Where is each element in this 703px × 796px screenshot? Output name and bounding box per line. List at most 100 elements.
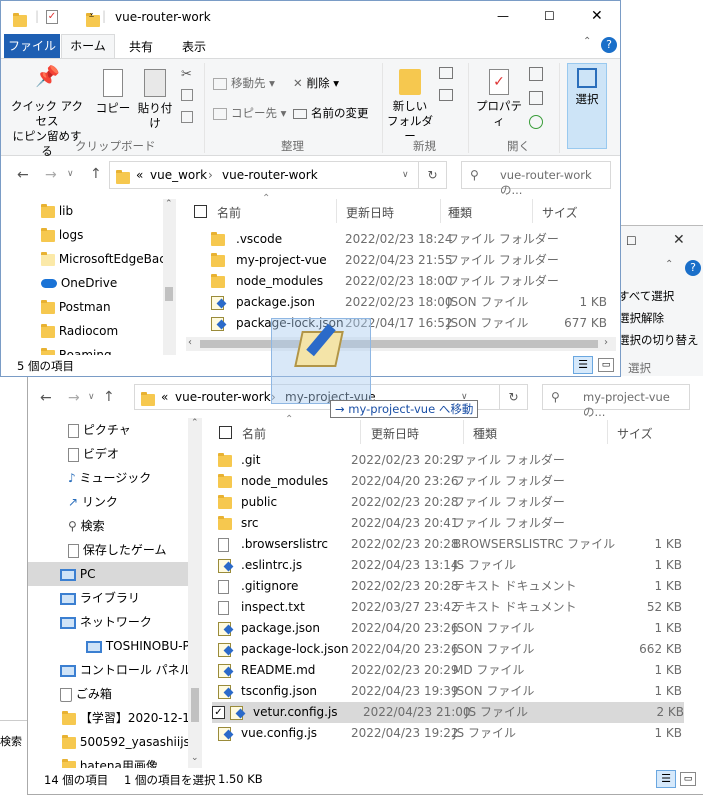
nav-item[interactable]: ピクチャ <box>28 418 188 442</box>
file-row[interactable]: node_modules 2022/04/20 23:26 ファイル フォルダー <box>218 471 688 492</box>
search-box[interactable]: ⚲ my-project-vueの... <box>542 384 690 419</box>
ribbon-collapse-icon[interactable]: ⌃ <box>583 36 591 47</box>
nav-scroll-thumb[interactable] <box>191 688 199 722</box>
nav-item[interactable]: ごみ箱 <box>28 682 188 706</box>
column-divider[interactable] <box>360 420 361 444</box>
nav-item[interactable]: logs <box>41 223 83 247</box>
nav-item[interactable]: Roaming <box>41 343 112 355</box>
file-row[interactable]: .browserslistrc 2022/02/23 20:28 BROWSERSL… <box>218 534 688 555</box>
nav-item[interactable]: 【学習】2020-12-1 <box>28 706 190 730</box>
file-row[interactable]: .vscode 2022/02/23 18:24 ファイル フォルダー <box>211 229 611 250</box>
nav-scroll-thumb[interactable] <box>165 287 173 301</box>
copy-button[interactable]: コピー <box>93 69 133 116</box>
select-button[interactable]: 選択 <box>567 63 607 149</box>
search-box[interactable]: ⚲ vue-router-workの... <box>461 161 611 197</box>
large-icons-view-icon[interactable]: ▭ <box>680 772 696 786</box>
nav-item[interactable]: hatena用画像 <box>28 754 188 768</box>
address-dropdown-icon[interactable]: ∨ <box>402 170 409 180</box>
file-row[interactable]: tsconfig.json 2022/04/23 19:39 JSON ファイル 1 … <box>218 681 688 702</box>
back-arrow-icon[interactable]: ← <box>17 167 29 183</box>
column-type[interactable]: 種類 <box>473 425 497 442</box>
nav-item[interactable]: TOSHINOBU-PC <box>28 634 198 658</box>
address-bar[interactable]: « vue_work › vue-router-work ∨ <box>109 161 419 189</box>
copy-to-button[interactable]: コピー先 ▾ <box>213 105 286 121</box>
breadcrumb-vue-work[interactable]: vue_work <box>150 168 207 182</box>
delete-button[interactable]: ✕ 削除 ▾ <box>293 75 339 91</box>
scroll-left-icon[interactable]: ‹ <box>188 337 192 348</box>
large-icons-view-icon[interactable]: ▭ <box>598 358 614 372</box>
refresh-button[interactable]: ↻ <box>500 384 528 410</box>
nav-scroll-up-icon[interactable]: ⌃ <box>165 199 173 209</box>
properties-qat-icon[interactable]: ✓ <box>46 10 58 24</box>
details-view-icon[interactable]: ☰ <box>656 770 676 788</box>
nav-item[interactable]: MicrosoftEdgeBac <box>41 247 166 271</box>
column-name[interactable]: 名前 <box>217 204 241 221</box>
nav-item[interactable]: lib <box>41 199 73 223</box>
column-divider[interactable] <box>607 420 608 444</box>
close-icon[interactable]: ✕ <box>591 8 603 24</box>
invert-selection-button[interactable]: 選択の切り替え <box>618 332 699 348</box>
row-checkbox-checked[interactable]: ✓ <box>212 706 225 719</box>
nav-item[interactable]: Radiocom <box>41 319 118 343</box>
column-divider[interactable] <box>532 199 533 223</box>
nav-item[interactable]: ♪ ミュージック <box>28 466 188 490</box>
file-row[interactable]: vue.config.js 2022/04/23 19:22 JS ファイル 1 KB <box>218 723 688 744</box>
column-size[interactable]: サイズ <box>542 204 578 221</box>
history-icon[interactable] <box>529 115 543 129</box>
recent-chevron-icon[interactable]: ∨ <box>88 392 95 402</box>
navigation-pane[interactable]: ピクチャ ビデオ ♪ ミュージック ↗ リンク ⚲ 検索 保存したゲーム PC ライブ… <box>28 418 208 768</box>
file-row[interactable]: README.md 2022/02/23 20:29 MD ファイル 1 KB <box>218 660 688 681</box>
recent-chevron-icon[interactable]: ∨ <box>67 169 74 179</box>
minimize-icon[interactable]: — <box>497 9 509 23</box>
copy-path-icon[interactable] <box>181 89 193 101</box>
help-icon[interactable]: ? <box>601 37 617 53</box>
file-row[interactable]: .gitignore 2022/02/23 20:28 テキスト ドキュメント 1 K… <box>218 576 688 597</box>
back-window-maximize-icon[interactable]: ☐ <box>626 234 637 248</box>
select-none-button[interactable]: 選択解除 <box>618 310 664 326</box>
column-divider[interactable] <box>440 199 441 223</box>
cut-icon[interactable]: ✂ <box>181 67 192 82</box>
file-row[interactable]: inspect.txt 2022/03/27 23:42 テキスト ドキュメント 52… <box>218 597 688 618</box>
properties-button[interactable]: ✓ プロパティ <box>471 69 527 129</box>
back-arrow-icon[interactable]: ← <box>40 390 52 406</box>
nav-item[interactable]: ⚲ 検索 <box>28 514 188 538</box>
qat-dropdown-icon[interactable]: ⩡ <box>89 11 94 21</box>
up-arrow-icon[interactable]: ↑ <box>90 166 102 182</box>
new-folder-button[interactable]: 新しい フォルダー <box>385 69 435 144</box>
file-row[interactable]: src 2022/04/23 20:41 ファイル フォルダー <box>218 513 688 534</box>
horizontal-scroll-thumb[interactable] <box>200 340 598 348</box>
address-overflow[interactable]: « <box>136 168 143 182</box>
tab-file[interactable]: ファイル <box>4 34 60 58</box>
details-view-icon[interactable]: ☰ <box>573 356 593 374</box>
nav-scrollbar[interactable]: ⌃ ⌄ <box>188 418 202 768</box>
nav-item[interactable]: PC <box>28 562 188 586</box>
column-type[interactable]: 種類 <box>448 204 472 221</box>
file-row[interactable]: .eslintrc.js 2022/04/23 13:14 JS ファイル 1 KB <box>218 555 688 576</box>
nav-item[interactable]: OneDrive <box>41 271 117 295</box>
nav-scrollbar[interactable]: ⌃ <box>163 199 176 355</box>
file-row[interactable]: my-project-vue 2022/04/23 21:55 ファイル フォルダー <box>211 250 611 271</box>
back-window-collapse-icon[interactable]: ⌃ <box>665 259 673 270</box>
forward-arrow-icon[interactable]: → <box>45 167 57 183</box>
file-row[interactable]: package-lock.json 2022/04/20 23:26 JSON ファ… <box>218 639 688 660</box>
up-arrow-icon[interactable]: ↑ <box>103 389 115 405</box>
nav-scroll-down-icon[interactable]: ⌄ <box>191 753 199 763</box>
nav-item[interactable]: ↗ リンク <box>28 490 188 514</box>
nav-scroll-up-icon[interactable]: ⌃ <box>191 418 199 428</box>
nav-item[interactable]: ネットワーク <box>28 610 188 634</box>
column-name[interactable]: 名前 <box>242 425 266 442</box>
title-bar[interactable]: | ✓ ⩡ | vue-router-work — ☐ ✕ <box>1 1 620 33</box>
rename-button[interactable]: 名前の変更 <box>293 105 369 121</box>
open-icon[interactable] <box>529 67 543 81</box>
nav-item[interactable]: ビデオ <box>28 442 188 466</box>
file-row[interactable]: package.json 2022/04/20 23:26 JSON ファイル 1 K… <box>218 618 688 639</box>
file-row[interactable]: public 2022/02/23 20:28 ファイル フォルダー <box>218 492 688 513</box>
tab-home[interactable]: ホーム <box>61 34 115 59</box>
nav-item[interactable]: コントロール パネル <box>28 658 192 682</box>
scroll-right-icon[interactable]: › <box>604 337 608 348</box>
column-date[interactable]: 更新日時 <box>371 425 419 442</box>
column-size[interactable]: サイズ <box>617 425 653 442</box>
file-row[interactable]: node_modules 2022/02/23 18:00 ファイル フォルダー <box>211 271 611 292</box>
edit-icon[interactable] <box>529 91 543 105</box>
paste-shortcut-icon[interactable] <box>181 111 193 123</box>
